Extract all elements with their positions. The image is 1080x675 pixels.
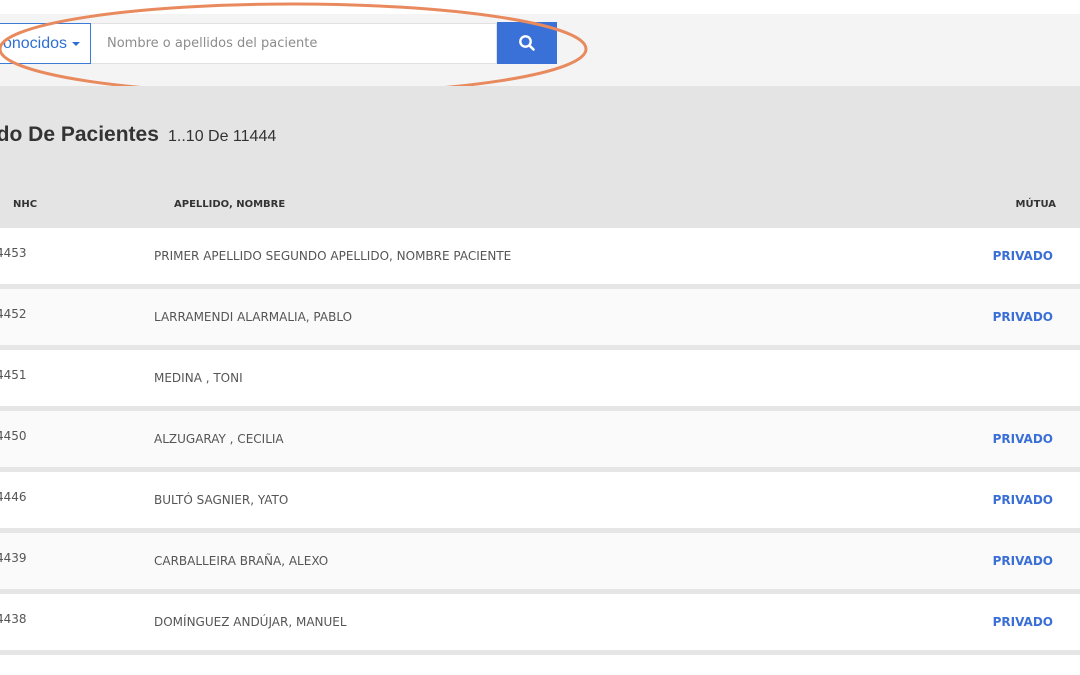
cell-name[interactable]: CARBALLEIRA BRAÑA, ALEXO — [154, 554, 328, 568]
table-row[interactable]: 4446 BULTÓ SAGNIER, YATO PRIVADO — [0, 472, 1080, 533]
cell-name[interactable]: BULTÓ SAGNIER, YATO — [154, 493, 288, 507]
patient-search-input[interactable] — [91, 23, 497, 64]
cell-name[interactable]: PRIMER APELLIDO SEGUNDO APELLIDO, NOMBRE… — [154, 249, 511, 263]
patient-table-body: 4453 PRIMER APELLIDO SEGUNDO APELLIDO, N… — [0, 228, 1080, 655]
table-row[interactable]: 4450 ALZUGARAY , CECILIA PRIVADO — [0, 411, 1080, 472]
cell-mutua[interactable]: PRIVADO — [993, 310, 1053, 324]
column-header-nhc[interactable]: NHC — [13, 199, 37, 210]
cell-name[interactable]: LARRAMENDI ALARMALIA, PABLO — [154, 310, 352, 324]
column-header-mutua[interactable]: MÚTUA — [1016, 199, 1056, 210]
cell-mutua[interactable]: PRIVADO — [993, 493, 1053, 507]
cell-mutua[interactable]: PRIVADO — [993, 554, 1053, 568]
cell-nhc: 4453 — [0, 246, 27, 260]
cell-name[interactable]: DOMÍNGUEZ ANDÚJAR, MANUEL — [154, 615, 347, 629]
page-title: tado De Pacientes — [0, 123, 159, 146]
column-header-name[interactable]: APELLIDO, NOMBRE — [174, 199, 285, 210]
table-row[interactable]: 4438 DOMÍNGUEZ ANDÚJAR, MANUEL PRIVADO — [0, 594, 1080, 655]
search-button[interactable] — [497, 22, 557, 64]
cell-nhc: 4438 — [0, 612, 27, 626]
table-row[interactable]: 4453 PRIMER APELLIDO SEGUNDO APELLIDO, N… — [0, 228, 1080, 289]
cell-nhc: 4439 — [0, 551, 27, 565]
filter-dropdown-label: onocidos — [2, 34, 67, 52]
cell-mutua[interactable]: PRIVADO — [993, 615, 1053, 629]
top-margin — [0, 0, 1080, 14]
cell-nhc: 4451 — [0, 368, 27, 382]
cell-nhc: 4452 — [0, 307, 27, 321]
table-row[interactable]: 4439 CARBALLEIRA BRAÑA, ALEXO PRIVADO — [0, 533, 1080, 594]
table-row[interactable]: 4451 MEDINA , TONI — [0, 350, 1080, 411]
search-icon — [519, 35, 535, 51]
table-row[interactable]: 4452 LARRAMENDI ALARMALIA, PABLO PRIVADO — [0, 289, 1080, 350]
filter-dropdown-button[interactable]: onocidos — [0, 23, 91, 64]
cell-name[interactable]: MEDINA , TONI — [154, 371, 243, 385]
page-title-row: tado De Pacientes 1..10 De 11444 — [0, 123, 276, 147]
cell-mutua[interactable]: PRIVADO — [993, 432, 1053, 446]
page-range: 1..10 De 11444 — [168, 128, 277, 145]
cell-name[interactable]: ALZUGARAY , CECILIA — [154, 432, 284, 446]
cell-nhc: 4450 — [0, 429, 27, 443]
caret-down-icon — [72, 41, 80, 46]
patient-list-header-panel: tado De Pacientes 1..10 De 11444 NHC APE… — [0, 86, 1080, 228]
cell-nhc: 4446 — [0, 490, 27, 504]
search-bar: onocidos — [0, 14, 1080, 86]
cell-mutua[interactable]: PRIVADO — [993, 249, 1053, 263]
